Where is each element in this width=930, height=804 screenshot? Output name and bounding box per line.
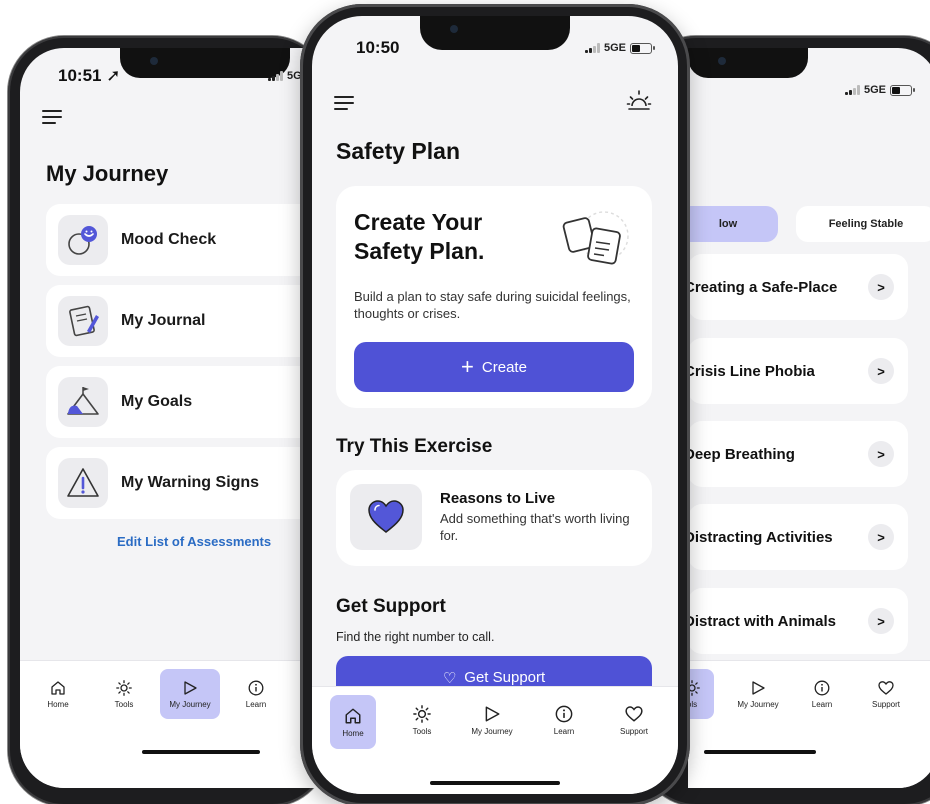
menu-icon[interactable] [334, 96, 354, 110]
tab-tools[interactable]: ols [688, 669, 714, 719]
home-indicator [142, 750, 260, 754]
journey-item-warning-signs[interactable]: My Warning Signs [46, 447, 316, 519]
list-item[interactable]: Distract with Animals > [688, 588, 908, 654]
list-item[interactable]: Distracting Activities > [688, 504, 908, 570]
tab-home[interactable]: Home [28, 669, 88, 719]
journal-icon [58, 296, 108, 346]
network-label: 5GE [863, 84, 886, 96]
plus-icon: + [461, 354, 474, 379]
battery-icon [630, 42, 655, 54]
notch [420, 16, 570, 50]
flag-play-icon [485, 706, 500, 721]
clipboard-icon [562, 211, 629, 265]
notch [688, 48, 808, 78]
list-item[interactable]: Creating a Safe-Place > [688, 254, 908, 320]
page-title: Safety Plan [336, 138, 460, 164]
flag-play-icon [184, 680, 197, 695]
center-screen: 10:50 5GE Safety Plan Create Your Safety… [312, 16, 678, 794]
status-time: 10:51 ➚ [58, 66, 121, 85]
tab-my-journey[interactable]: My Journey [728, 669, 788, 719]
home-indicator [430, 781, 560, 785]
tab-bar: Home Tools My Journey Learn Support [312, 686, 678, 794]
chevron-right-icon: > [868, 358, 894, 384]
heart-icon [350, 484, 422, 550]
mood-check-icon [58, 215, 108, 265]
tab-learn[interactable]: Learn [792, 669, 852, 719]
chevron-right-icon: > [868, 524, 894, 550]
status-time: 10:50 [356, 38, 400, 57]
edit-assessments-link[interactable]: Edit List of Assessments [117, 534, 271, 549]
exercise-description: Add something that's worth living for. [440, 511, 630, 543]
filter-pill-low[interactable]: low [688, 206, 778, 242]
exercise-title: Reasons to Live [440, 490, 556, 507]
signal-icon [268, 71, 283, 81]
network-label: 5GE [603, 42, 626, 54]
tab-bar: Home Tools My Journey Learn [20, 660, 316, 788]
support-subtitle: Find the right number to call. [336, 630, 495, 644]
support-section-title: Get Support [336, 596, 446, 617]
status-bar: 5G [268, 70, 302, 82]
home-icon [51, 680, 65, 695]
card-title: Create Your Safety Plan. [354, 209, 485, 264]
battery-icon [890, 84, 915, 96]
exercise-card[interactable]: Reasons to Live Add something that's wor… [336, 470, 652, 566]
sun-icon [116, 679, 132, 696]
tab-learn[interactable]: Learn [534, 695, 594, 745]
sunrise-icon[interactable] [626, 88, 652, 114]
home-icon [345, 708, 361, 723]
home-indicator [704, 750, 816, 754]
create-plan-card: Create Your Safety Plan. Build a plan to… [336, 186, 652, 408]
left-screen: 10:51 ➚ 5G My Journey Mood Check My Jour… [20, 48, 316, 788]
tab-support[interactable]: Support [604, 695, 664, 745]
journey-item-my-journal[interactable]: My Journal [46, 285, 316, 357]
info-icon [248, 680, 264, 695]
tab-tools[interactable]: Tools [94, 669, 154, 719]
journey-item-mood-check[interactable]: Mood Check [46, 204, 316, 276]
mountain-flag-icon [58, 377, 108, 427]
card-description: Build a plan to stay safe during suicida… [354, 289, 631, 321]
left-phone: 10:51 ➚ 5G My Journey Mood Check My Jour… [8, 36, 328, 804]
notch [120, 48, 290, 78]
heart-outline-icon [878, 680, 894, 695]
tab-learn[interactable]: Learn [226, 669, 286, 719]
list-item[interactable]: Deep Breathing > [688, 421, 908, 487]
chevron-right-icon: > [868, 441, 894, 467]
heart-outline-icon [625, 705, 643, 722]
center-phone: 10:50 5GE Safety Plan Create Your Safety… [300, 4, 690, 804]
journey-item-my-goals[interactable]: My Goals [46, 366, 316, 438]
sun-icon [413, 704, 431, 723]
info-icon [814, 680, 830, 695]
page-title: My Journey [46, 161, 169, 186]
tab-tools[interactable]: Tools [392, 695, 452, 745]
heart-outline-icon: ♡ [442, 670, 457, 687]
status-bar: 5GE [844, 84, 915, 96]
signal-icon [584, 43, 600, 53]
tab-bar: ols My Journey Learn Support [688, 660, 930, 788]
info-icon [555, 705, 573, 722]
flag-play-icon [752, 680, 765, 695]
tab-my-journey[interactable]: My Journey [462, 695, 522, 745]
tab-home[interactable]: Home [330, 695, 376, 749]
create-button[interactable]: + Create [354, 342, 634, 392]
filter-pill-feeling-stable[interactable]: Feeling Stable [796, 206, 930, 242]
chevron-right-icon: > [868, 608, 894, 634]
signal-icon [844, 85, 860, 95]
exercise-section-title: Try This Exercise [336, 436, 493, 457]
list-item[interactable]: Crisis Line Phobia > [688, 338, 908, 404]
tab-my-journey[interactable]: My Journey [160, 669, 220, 719]
menu-icon[interactable] [42, 110, 62, 124]
tab-support[interactable]: Support [856, 669, 916, 719]
right-screen: 5GE low Feeling Stable Creating a Safe-P… [688, 48, 930, 788]
status-bar: 5GE [584, 42, 655, 54]
chevron-right-icon: > [868, 274, 894, 300]
warning-triangle-icon [58, 458, 108, 508]
